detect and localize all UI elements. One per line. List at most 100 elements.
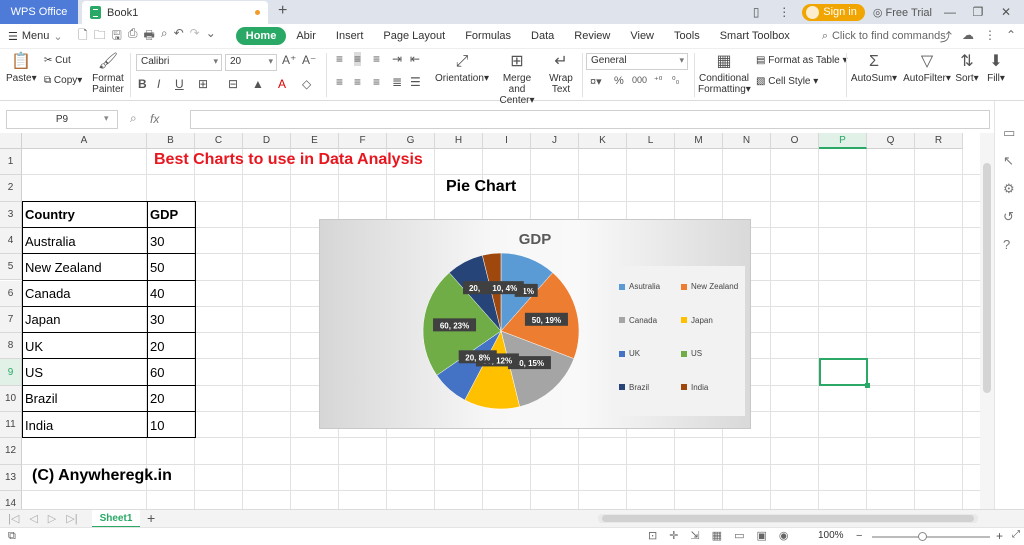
print-preview-icon[interactable]: ⌕ [161,26,168,47]
row-header[interactable]: 4 [0,227,22,255]
tab-abir[interactable]: Abir [286,27,326,45]
orientation-button[interactable]: ⤢ Orientation▾ [434,53,490,84]
column-header[interactable]: K [579,133,627,149]
decrease-font-icon[interactable]: A⁻ [302,53,316,67]
new-file-icon[interactable]: 🗋 [78,26,88,47]
table-cell-country[interactable]: Japan [22,307,147,333]
open-file-icon[interactable]: 🗀 [94,26,106,47]
row-header[interactable]: 9 [0,359,22,386]
row-header[interactable]: 10 [0,385,22,412]
align-center-icon[interactable]: ≡ [354,75,361,89]
align-top-icon[interactable]: ≡ [336,52,343,66]
tab-smart-toolbox[interactable]: Smart Toolbox [710,27,800,45]
export-pdf-icon[interactable]: ⎙ [128,26,138,47]
cut-button[interactable]: ✂ Cut [44,55,71,66]
italic-icon[interactable]: I [157,77,160,91]
tab-review[interactable]: Review [564,27,620,45]
table-cell-country[interactable]: US [22,359,147,385]
table-cell-country[interactable]: UK [22,333,147,359]
vertical-scroll-thumb[interactable] [983,163,991,393]
tab-formulas[interactable]: Formulas [455,27,521,45]
thousands-icon[interactable]: 000 [632,75,647,85]
conditional-formatting-button[interactable]: ▦ Conditional Formatting▾ [698,53,751,95]
format-as-table-button[interactable]: ▤ Format as Table ▾ [756,55,848,66]
column-header[interactable]: Q [867,133,915,149]
bold-icon[interactable]: B [138,77,147,91]
column-header[interactable]: O [771,133,819,149]
table-header-gdp[interactable]: GDP [147,202,195,228]
formula-input[interactable] [190,110,990,129]
select-all-corner[interactable] [0,133,22,149]
align-middle-icon[interactable]: ≡ [354,52,362,66]
collaborate-icon[interactable]: ☁ [962,28,974,45]
zoom-out-icon[interactable]: − [856,530,862,542]
percent-icon[interactable]: % [614,75,624,87]
table-header-country[interactable]: Country [22,202,147,228]
currency-icon[interactable]: ¤▾ [590,75,602,88]
table-cell-gdp[interactable]: 50 [147,254,195,280]
column-header[interactable]: N [723,133,771,149]
eye-protection-icon[interactable]: ◉ [779,529,789,542]
row-header[interactable]: 7 [0,306,22,334]
decrease-decimal-icon[interactable]: ⁰₀ [672,75,679,86]
cell-style-button[interactable]: ▧ Cell Style ▾ [756,76,818,87]
horizontal-scroll-thumb[interactable] [602,515,974,522]
distributed-icon[interactable]: ☰ [410,75,421,89]
table-cell-country[interactable]: India [22,412,147,438]
add-sheet-button[interactable]: + [147,510,155,526]
sidebar-collapse-icon[interactable]: ▭ [1003,125,1015,141]
macro-icon[interactable]: ⧉ [8,530,16,543]
row-header[interactable]: 12 [0,438,22,465]
number-format-select[interactable]: General [586,53,688,70]
more-options-icon[interactable]: ⋮ [984,28,996,45]
tab-home[interactable]: Home [235,27,287,45]
tab-data[interactable]: Data [521,27,564,45]
autofilter-button[interactable]: ▽ AutoFilter▾ [902,53,952,84]
column-header[interactable]: I [483,133,531,149]
restore-icon[interactable]: ❐ [968,5,988,19]
print-icon[interactable]: 🖶 [144,26,155,47]
underline-icon[interactable]: U [175,77,184,91]
book1-tab[interactable]: Book1 [82,1,268,24]
table-cell-gdp[interactable]: 20 [147,333,195,359]
indent-icon[interactable]: ⇥ [392,52,402,66]
more-icon[interactable]: ⋮ [774,5,794,19]
first-sheet-icon[interactable]: |◁ [8,512,19,525]
free-trial-button[interactable]: ◎ Free Trial [873,6,932,19]
help-icon[interactable]: ? [1003,237,1010,252]
format-painter-button[interactable]: 🖌 Format Painter [90,53,126,95]
row-header[interactable]: 3 [0,201,22,228]
collapse-ribbon-icon[interactable]: ⌃ [1006,28,1016,45]
zoom-search-icon[interactable]: ⌕ [130,111,137,126]
row-header[interactable]: 2 [0,175,22,202]
table-cell-country[interactable]: Canada [22,281,147,307]
menu-button[interactable]: ☰ Menu ⌄ [0,30,74,43]
sheet-tab-sheet1[interactable]: Sheet1 [92,510,140,528]
zoom-slider[interactable] [872,532,990,541]
column-header[interactable]: G [387,133,435,149]
table-cell-country[interactable]: Brazil [22,386,147,412]
column-header[interactable]: F [339,133,387,149]
clear-icon[interactable]: ◇ [302,77,311,91]
row-header[interactable]: 5 [0,254,22,281]
row-header[interactable]: 8 [0,333,22,360]
prev-sheet-icon[interactable]: ◁ [29,512,37,525]
row-header[interactable]: 13 [0,464,22,491]
select-icon[interactable]: ↖ [1003,153,1014,169]
horizontal-scrollbar[interactable] [598,514,978,523]
zoom-slider-knob[interactable] [918,532,927,541]
settings-icon[interactable]: ⚙ [1003,181,1015,197]
increase-decimal-icon[interactable]: ⁺⁰ [654,75,662,86]
column-header[interactable]: H [435,133,483,149]
fill-color-icon[interactable]: ▲ [252,77,264,91]
tab-view[interactable]: View [620,27,664,45]
pie-chart[interactable]: GDP 11% 50, 19% 40, 15% 30, 12% 20, 8% 60, 23… [319,219,751,429]
zoom-in-icon[interactable]: + [996,529,1003,543]
merge-center-button[interactable]: ⊞ Merge and Center▾ [494,53,540,106]
save-icon[interactable]: 🖫 [112,26,122,47]
table-cell-country[interactable]: Australia [22,228,147,254]
sign-in-button[interactable]: Sign in [802,3,865,21]
column-header[interactable]: B [147,133,195,149]
border-icon[interactable]: ⊞ [198,77,208,91]
table-cell-gdp[interactable]: 30 [147,307,195,333]
